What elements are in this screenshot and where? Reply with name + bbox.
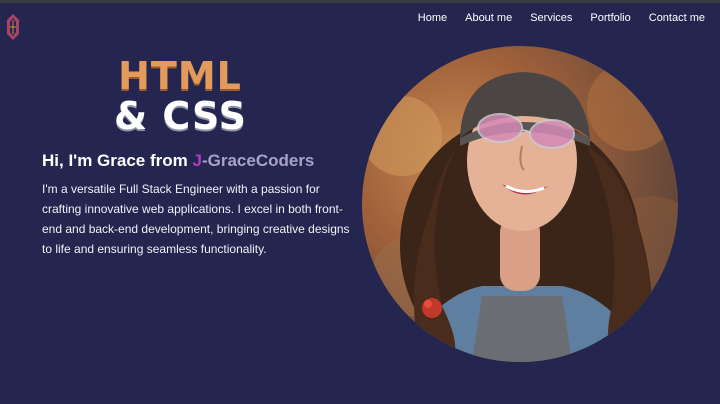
profile-photo — [362, 46, 678, 362]
brand-name: -GraceCoders — [201, 151, 315, 170]
nav-about-me[interactable]: About me — [456, 11, 521, 25]
nav-home[interactable]: Home — [409, 11, 456, 25]
headline-html: HTML — [118, 54, 242, 98]
brand-accent-letter: J — [192, 151, 202, 170]
headline-css: & CSS — [114, 94, 247, 138]
intro-paragraph: I'm a versatile Full Stack Engineer with… — [42, 182, 350, 256]
main-nav: Home About me Services Portfolio Contact… — [409, 11, 714, 25]
logo-icon[interactable] — [6, 14, 20, 40]
hero-headline: HTML & CSS — [110, 56, 270, 136]
nav-portfolio[interactable]: Portfolio — [581, 11, 639, 25]
nav-contact-me[interactable]: Contact me — [640, 11, 714, 25]
top-border — [0, 0, 720, 3]
nav-services[interactable]: Services — [521, 11, 581, 25]
portrait-illustration — [362, 61, 678, 362]
greeting-heading: Hi, I'm Grace from J-GraceCoders — [42, 151, 314, 171]
greeting-prefix: Hi, I'm Grace from — [42, 151, 193, 170]
